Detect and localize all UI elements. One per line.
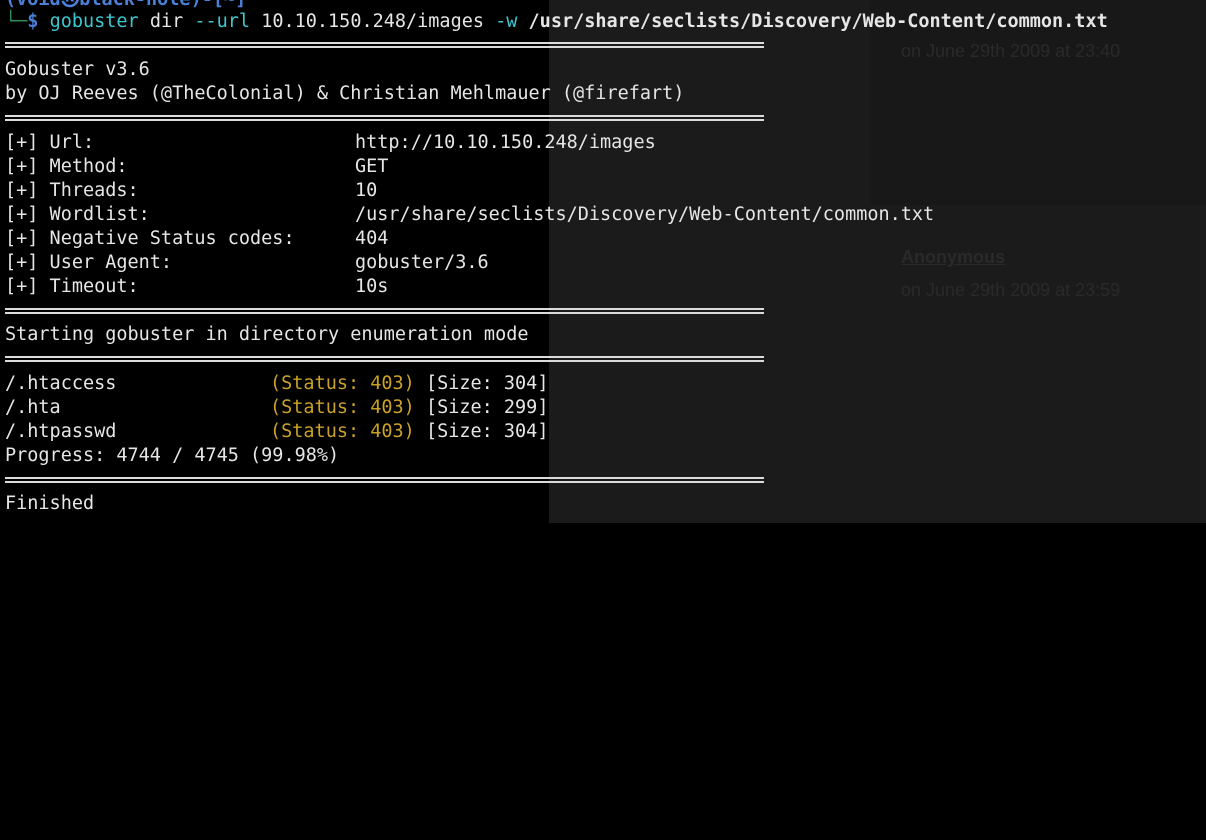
- config-method: [+] Method: GET: [5, 156, 389, 177]
- result-row: /.htaccess (Status: 403) [Size: 304]: [5, 373, 549, 394]
- config-url: [+] Url: http://10.10.150.248/images: [5, 132, 656, 153]
- command-subcommand: dir: [149, 11, 184, 32]
- separator: [5, 477, 764, 483]
- url-flag: --url: [194, 11, 251, 32]
- terminal-output[interactable]: (void㉿black-hole)-[~] └─$ gobuster dir -…: [0, 0, 1206, 523]
- starting-message: Starting gobuster in directory enumerati…: [5, 324, 529, 345]
- separator: [5, 42, 764, 48]
- separator: [5, 356, 764, 362]
- config-timeout: [+] Timeout: 10s: [5, 276, 389, 297]
- command-line: └─$ gobuster dir --url 10.10.150.248/ima…: [5, 10, 1108, 34]
- wordlist-argument: /usr/share/seclists/Discovery/Web-Conten…: [528, 11, 1108, 32]
- wordlist-flag: -w: [495, 11, 518, 32]
- result-row: /.hta (Status: 403) [Size: 299]: [5, 397, 549, 418]
- banner-authors: by OJ Reeves (@TheColonial) & Christian …: [5, 83, 685, 104]
- result-row: /.htpasswd (Status: 403) [Size: 304]: [5, 421, 549, 442]
- config-wordlist: [+] Wordlist:/usr/share/seclists/Discove…: [5, 204, 935, 225]
- command-program: gobuster: [49, 11, 139, 32]
- config-threads: [+] Threads: 10: [5, 180, 378, 201]
- prompt-dollar: $: [27, 11, 39, 32]
- separator: [5, 115, 764, 121]
- separator: [5, 308, 764, 314]
- config-negative-status: [+] Negative Status codes: 404: [5, 228, 389, 249]
- url-argument: 10.10.150.248/images: [261, 11, 484, 32]
- prompt-corner: └─: [5, 11, 28, 32]
- banner-version: Gobuster v3.6: [5, 59, 150, 80]
- finished-message: Finished: [5, 493, 95, 514]
- config-user-agent: [+] User Agent: gobuster/3.6: [5, 252, 489, 273]
- progress-line: Progress: 4744 / 4745 (99.98%): [5, 445, 340, 466]
